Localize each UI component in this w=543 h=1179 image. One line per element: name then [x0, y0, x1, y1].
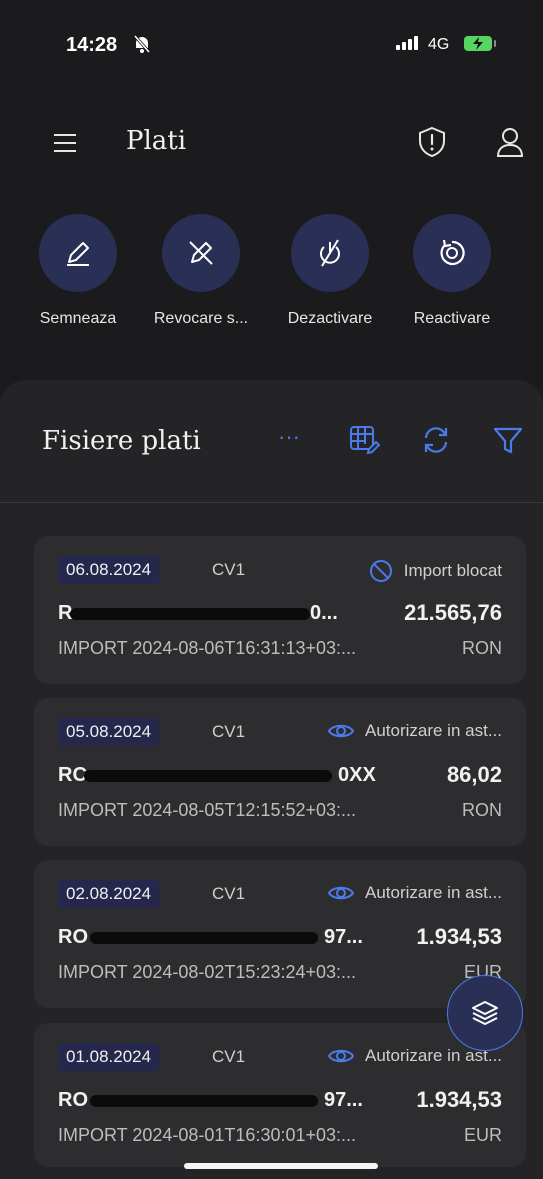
payment-file-card[interactable]: 02.08.2024 CV1 Autorizare in ast... RO 9… [34, 860, 526, 1008]
amount: 1.934,53 [416, 924, 502, 949]
status-indicator: Import blocat [368, 558, 502, 584]
payment-file-card[interactable]: 01.08.2024 CV1 Autorizare in ast... RO 9… [34, 1023, 526, 1167]
page-title: Plati [126, 126, 187, 156]
cv-label: CV1 [212, 1047, 246, 1066]
panel-divider [0, 502, 543, 503]
reference-prefix: RO [58, 1089, 88, 1111]
power-off-icon [291, 214, 369, 292]
deactivate-action-button[interactable]: Dezactivare [270, 214, 390, 328]
user-profile-icon[interactable] [492, 124, 528, 160]
reference-prefix: RC [58, 764, 87, 786]
reference-suffix: 0... [310, 602, 338, 624]
reference-number: RC 0XX [58, 764, 376, 788]
signal-icon [396, 36, 418, 50]
reference-suffix: 97... [324, 1089, 363, 1111]
pen-off-icon [162, 214, 240, 292]
date-badge: 06.08.2024 [58, 556, 160, 584]
reference-number: RO 97... [58, 1089, 363, 1113]
reference-number: R 0... [58, 602, 358, 626]
sign-label: Semneaza [39, 310, 117, 327]
more-options-icon[interactable]: ··· [278, 424, 314, 460]
currency: EUR [463, 1125, 502, 1145]
app-bar: Plati [0, 110, 543, 180]
eye-icon [327, 724, 355, 738]
reactivate-action-button[interactable]: Reactivare [392, 214, 512, 328]
reference-suffix: 97... [324, 926, 363, 948]
currency: RON [462, 800, 502, 820]
description: IMPORT 2024-08-02T15:23:24+03:... [58, 962, 357, 982]
amount: 21.565,76 [404, 600, 502, 625]
redaction-mark [84, 770, 332, 782]
amount: 1.934,53 [416, 1087, 502, 1112]
eye-icon [327, 886, 355, 900]
panel-title: Fisiere plati [42, 426, 201, 456]
reference-prefix: RO [58, 926, 88, 948]
hamburger-menu-icon[interactable] [54, 134, 76, 152]
redaction-mark [90, 1095, 318, 1107]
redaction-mark [70, 608, 310, 620]
currency: RON [462, 638, 502, 658]
eye-icon [327, 1049, 355, 1063]
status-indicator: Autorizare in ast... [327, 882, 502, 904]
cv-label: CV1 [212, 560, 246, 579]
layers-fab-button[interactable] [447, 975, 523, 1051]
description: IMPORT 2024-08-05T12:15:52+03:... [58, 800, 357, 820]
reactivate-icon [413, 214, 491, 292]
reactivate-label: Reactivare [413, 310, 491, 327]
status-text: Autorizare in ast... [364, 721, 502, 740]
layers-icon [472, 1001, 498, 1025]
revoke-label: Revocare s... [153, 310, 249, 327]
table-edit-icon[interactable] [346, 422, 382, 458]
date-badge: 01.08.2024 [58, 1043, 160, 1071]
status-text: Import blocat [403, 561, 502, 580]
amount: 86,02 [446, 762, 502, 787]
cv-label: CV1 [212, 884, 246, 903]
description: IMPORT 2024-08-01T16:30:01+03:... [58, 1125, 357, 1145]
date-badge: 02.08.2024 [58, 880, 160, 908]
battery-charging-icon [464, 36, 496, 51]
filter-icon[interactable] [490, 422, 526, 458]
quick-actions: Semneaza Revocare s... Dezactivare React… [0, 214, 543, 354]
status-text: Autorizare in ast... [364, 883, 502, 902]
status-bar: 14:28 4G [0, 0, 543, 90]
cv-label: CV1 [212, 722, 246, 741]
redaction-mark [90, 932, 318, 944]
revoke-action-button[interactable]: Revocare s... [141, 214, 261, 328]
blocked-icon [369, 560, 392, 582]
shield-alert-icon[interactable] [414, 124, 450, 160]
pen-icon [39, 214, 117, 292]
date-badge: 05.08.2024 [58, 718, 160, 746]
status-indicator: Autorizare in ast... [327, 720, 502, 742]
home-indicator[interactable] [184, 1163, 378, 1169]
status-time: 14:28 [66, 34, 118, 56]
network-type: 4G [428, 36, 450, 53]
deactivate-label: Dezactivare [287, 310, 373, 327]
payment-file-card[interactable]: 05.08.2024 CV1 Autorizare in ast... RC 0… [34, 698, 526, 846]
sign-action-button[interactable]: Semneaza [18, 214, 138, 328]
payment-file-card[interactable]: 06.08.2024 CV1 Import blocat R 0... 21.5… [34, 536, 526, 684]
reference-number: RO 97... [58, 926, 363, 950]
description: IMPORT 2024-08-06T16:31:13+03:... [58, 638, 357, 658]
reference-suffix: 0XX [338, 764, 376, 786]
refresh-icon[interactable] [418, 422, 454, 458]
bell-muted-icon [133, 34, 151, 59]
